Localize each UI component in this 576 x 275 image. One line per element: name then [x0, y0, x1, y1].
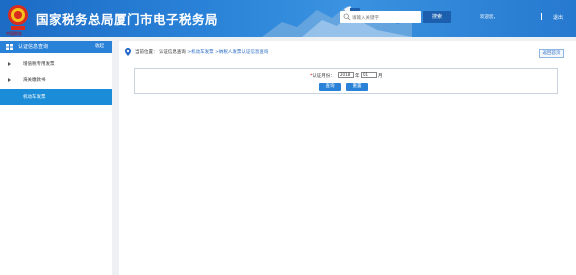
location-pin-icon: [125, 48, 131, 56]
top-header: 中国税务 国家税务总局厦门市电子税务局 搜索 欢迎您， 退出: [0, 0, 576, 37]
query-button[interactable]: 查询: [319, 83, 341, 91]
tax-emblem-logo: [8, 5, 28, 30]
sidebar-item-label: 机动车发票: [23, 95, 46, 100]
sidebar-item-vehicle-invoice[interactable]: 机动车发票: [0, 89, 112, 105]
auth-month-label: *认证月份：: [310, 73, 335, 79]
breadcrumb: 当前位置： 认证信息查询 >机动车发票 >纳税人发票认证信息查询: [135, 49, 268, 55]
triangle-bullet-icon: [8, 78, 11, 82]
reset-button[interactable]: 重置: [346, 83, 368, 91]
menu-grid-icon: [6, 44, 13, 50]
sidebar: 认证信息查询 收起 增值税专用发票 海关缴款书 机动车发票: [0, 41, 112, 275]
search-button[interactable]: 搜索: [423, 11, 451, 23]
sidebar-item-vat-invoice[interactable]: 增值税专用发票: [0, 56, 112, 72]
header-divider: [541, 13, 542, 20]
sidebar-item-customs[interactable]: 海关缴款书: [0, 72, 112, 88]
month-unit: 月: [378, 74, 383, 79]
search-box[interactable]: [340, 11, 421, 23]
auth-month-label-text: 认证月份：: [312, 74, 335, 79]
year-unit: 年: [355, 74, 360, 79]
year-select[interactable]: 2018: [338, 72, 354, 78]
search-icon: [343, 13, 351, 21]
logout-link[interactable]: 退出: [553, 14, 563, 21]
main-content: 当前位置： 认证信息查询 >机动车发票 >纳税人发票认证信息查询 返回首页 *认…: [119, 41, 576, 275]
triangle-bullet-icon: [8, 62, 11, 66]
breadcrumb-item-current: >纳税人发票认证信息查询: [215, 50, 269, 55]
breadcrumb-prefix: 当前位置：: [135, 50, 158, 55]
sidebar-collapse-toggle[interactable]: 收起: [95, 43, 104, 49]
sidebar-title: 认证信息查询: [18, 44, 49, 50]
query-panel: *认证月份： 2018 年 01 月 查询 重置: [134, 68, 558, 94]
breadcrumb-item-vehicle-invoice[interactable]: >机动车发票: [187, 50, 213, 55]
return-home-button[interactable]: 返回首页: [539, 49, 564, 58]
search-input[interactable]: [352, 12, 418, 22]
emblem-caption: 中国税务: [6, 31, 22, 36]
sidebar-item-label: 增值税专用发票: [23, 62, 55, 67]
sidebar-header[interactable]: 认证信息查询 收起: [0, 41, 112, 53]
month-select[interactable]: 01: [361, 72, 377, 78]
site-title: 国家税务总局厦门市电子税务局: [36, 12, 219, 27]
breadcrumb-item-auth-query[interactable]: 认证信息查询: [159, 50, 186, 55]
user-welcome: 欢迎您，: [480, 15, 498, 20]
sidebar-item-label: 海关缴款书: [23, 78, 46, 83]
